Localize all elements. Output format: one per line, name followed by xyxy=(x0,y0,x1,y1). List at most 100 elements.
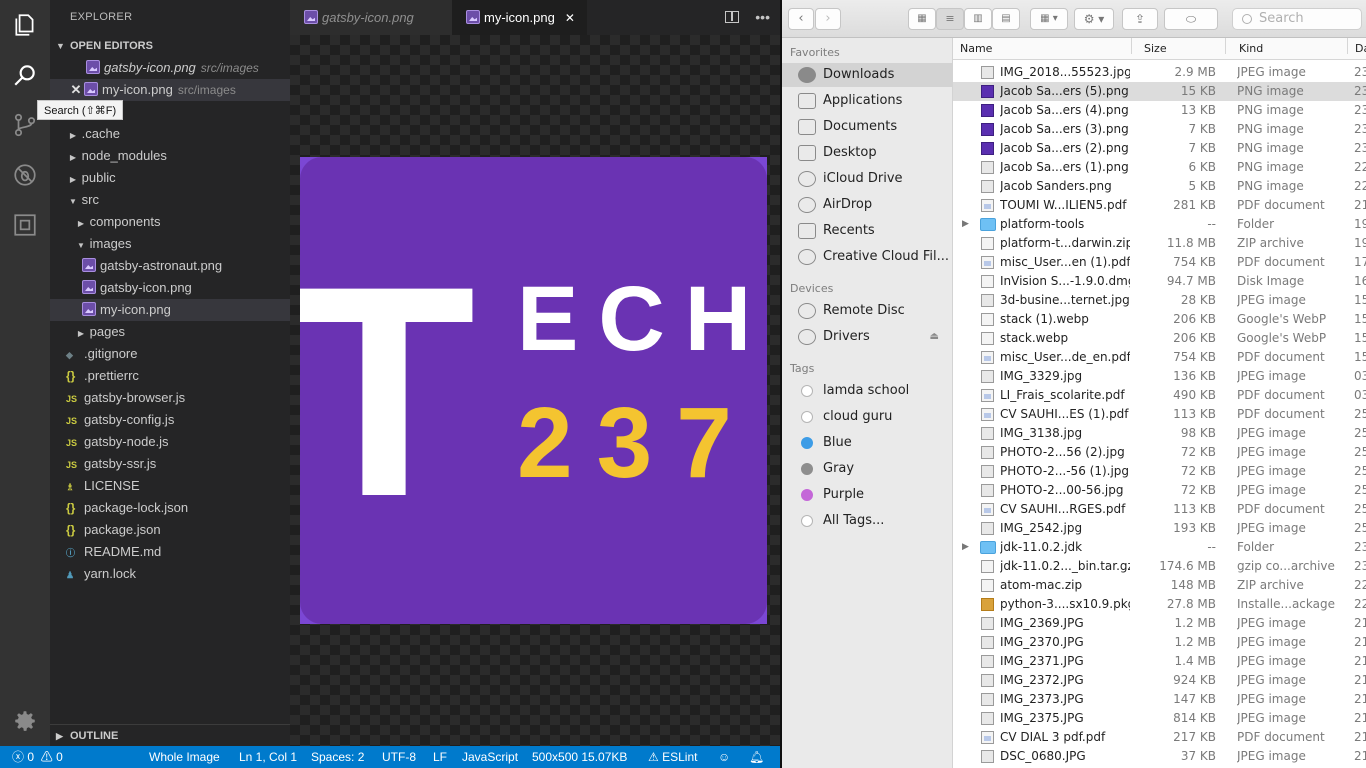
explorer-icon[interactable] xyxy=(0,0,50,50)
tree-file[interactable]: gatsby-astronaut.png xyxy=(50,255,290,277)
file-row[interactable]: CV DIAL 3 pdf.pdf 217 KB PDF document 21 xyxy=(953,728,1366,747)
close-tab-icon[interactable]: ✕ xyxy=(565,11,575,25)
file-row[interactable]: jdk-11.0.2..._bin.tar.gz 174.6 MB gzip co.… xyxy=(953,557,1366,576)
eject-icon[interactable]: ⏏ xyxy=(930,325,939,349)
search-icon[interactable] xyxy=(0,50,50,100)
tag-item[interactable]: All Tags... xyxy=(782,509,953,533)
debug-icon[interactable] xyxy=(0,150,50,200)
more-actions-icon[interactable]: ••• xyxy=(755,9,770,25)
file-row[interactable]: IMG_2371.JPG 1.4 MB JPEG image 21 xyxy=(953,652,1366,671)
status-spaces[interactable]: Spaces: 2 xyxy=(311,746,364,768)
tree-file[interactable]: {} .prettierrc xyxy=(50,365,290,387)
file-row[interactable]: IMG_3138.jpg 98 KB JPEG image 25 xyxy=(953,424,1366,443)
status-eol[interactable]: LF xyxy=(433,746,447,768)
open-editor-item[interactable]: gatsby-icon.png src/images xyxy=(50,57,290,79)
file-row[interactable]: Jacob Sa...ers (1).png 6 KB PNG image 22 xyxy=(953,158,1366,177)
tree-file[interactable]: JS gatsby-ssr.js xyxy=(50,453,290,475)
column-separator[interactable] xyxy=(1131,38,1132,54)
column-header-kind[interactable]: Kind xyxy=(1239,38,1263,60)
file-row[interactable]: CV SAUHI...ES (1).pdf 113 KB PDF document 2… xyxy=(953,405,1366,424)
file-row[interactable]: InVision S...-1.9.0.dmg 94.7 MB Disk Image… xyxy=(953,272,1366,291)
tag-item[interactable]: Gray xyxy=(782,457,953,481)
share-button[interactable]: ⇪ xyxy=(1122,8,1158,30)
file-row[interactable]: Jacob Sa...ers (4).png 13 KB PNG image 23 xyxy=(953,101,1366,120)
file-row[interactable]: python-3....sx10.9.pkg 27.8 MB Installe...… xyxy=(953,595,1366,614)
tab-gatsby-icon[interactable]: gatsby-icon.png xyxy=(290,0,452,35)
gallery-view-button[interactable]: ▤ xyxy=(992,8,1020,30)
status-scope[interactable]: Whole Image xyxy=(149,746,220,768)
tree-file[interactable]: {} package-lock.json xyxy=(50,497,290,519)
file-row[interactable]: DSC_0680.JPG 37 KB JPEG image 21 xyxy=(953,747,1366,766)
file-row[interactable]: IMG_2369.JPG 1.2 MB JPEG image 21 xyxy=(953,614,1366,633)
status-position[interactable]: Ln 1, Col 1 xyxy=(239,746,297,768)
problems-indicator[interactable]: ⓧ 0 ⚠ 0 xyxy=(12,746,63,768)
tree-file[interactable]: ♗ LICENSE xyxy=(50,475,290,497)
tag-item[interactable]: Blue xyxy=(782,431,953,455)
back-button[interactable]: ‹ xyxy=(788,8,814,30)
sidebar-item-downloads[interactable]: Downloads xyxy=(782,63,953,87)
file-row[interactable]: CV SAUHI...RGES.pdf 113 KB PDF document 25 xyxy=(953,500,1366,519)
extensions-icon[interactable] xyxy=(0,200,50,250)
outline-header[interactable]: ▶ OUTLINE xyxy=(50,724,290,746)
sidebar-item-documents[interactable]: Documents xyxy=(782,115,953,139)
tree-file[interactable]: JS gatsby-config.js xyxy=(50,409,290,431)
open-editor-item[interactable]: ✕ my-icon.png src/images xyxy=(50,79,290,101)
status-language[interactable]: JavaScript xyxy=(462,746,518,768)
tag-item[interactable]: Purple xyxy=(782,483,953,507)
tree-folder[interactable]: ▶ components xyxy=(50,211,290,233)
file-row[interactable]: Jacob Sa...ers (2).png 7 KB PNG image 23 xyxy=(953,139,1366,158)
file-row[interactable]: stack (1).webp 206 KB Google's WebP 15 xyxy=(953,310,1366,329)
file-row[interactable]: IMG_2370.JPG 1.2 MB JPEG image 21 xyxy=(953,633,1366,652)
file-row[interactable]: PHOTO-2...-56 (1).jpg 72 KB JPEG image 25 xyxy=(953,462,1366,481)
column-separator[interactable] xyxy=(1225,38,1226,54)
search-field[interactable]: Search xyxy=(1232,8,1362,30)
tree-folder[interactable]: ▶ pages xyxy=(50,321,290,343)
tree-folder[interactable]: ▶ .cache xyxy=(50,123,290,145)
tree-file[interactable]: ♟ yarn.lock xyxy=(50,563,290,585)
tree-file[interactable]: {} package.json xyxy=(50,519,290,541)
file-row[interactable]: IMG_2373.JPG 147 KB JPEG image 21 xyxy=(953,690,1366,709)
sidebar-item-recents[interactable]: Recents xyxy=(782,219,953,243)
forward-button[interactable]: › xyxy=(815,8,841,30)
file-row[interactable]: ▶ jdk-11.0.2.jdk -- Folder 23 xyxy=(953,538,1366,557)
tree-file[interactable]: JS gatsby-node.js xyxy=(50,431,290,453)
sidebar-item-remote-disc[interactable]: Remote Disc xyxy=(782,299,953,323)
tree-folder[interactable]: ▶ public xyxy=(50,167,290,189)
tags-button[interactable]: ⬭ xyxy=(1164,8,1218,30)
disclosure-triangle-icon[interactable]: ▶ xyxy=(962,215,969,234)
tab-my-icon[interactable]: my-icon.png ✕ xyxy=(452,0,587,35)
split-editor-icon[interactable] xyxy=(725,11,740,23)
group-button[interactable]: ▦ ▾ xyxy=(1030,8,1068,30)
sidebar-item-airdrop[interactable]: AirDrop xyxy=(782,193,953,217)
file-row[interactable]: TOUMI W...ILIEN5.pdf 281 KB PDF document 21 xyxy=(953,196,1366,215)
file-row[interactable]: Jacob Sanders.png 5 KB PNG image 22 xyxy=(953,177,1366,196)
open-editors-header[interactable]: ▼ OPEN EDITORS xyxy=(50,35,290,57)
file-row[interactable]: stack.webp 206 KB Google's WebP 15 xyxy=(953,329,1366,348)
action-gear-button[interactable]: ⚙ ▾ xyxy=(1074,8,1114,30)
tree-file[interactable]: ⓘ README.md xyxy=(50,541,290,563)
file-row[interactable]: PHOTO-2...56 (2).jpg 72 KB JPEG image 25 xyxy=(953,443,1366,462)
sidebar-item-applications[interactable]: Applications xyxy=(782,89,953,113)
tree-file[interactable]: gatsby-icon.png xyxy=(50,277,290,299)
notifications-bell-icon[interactable]: 🔔︎ xyxy=(749,746,764,768)
column-separator[interactable] xyxy=(1347,38,1348,54)
tree-file[interactable]: JS gatsby-browser.js xyxy=(50,387,290,409)
tree-folder[interactable]: ▼ images xyxy=(50,233,290,255)
column-header-name[interactable]: Name xyxy=(960,38,992,60)
column-header-date[interactable]: Da xyxy=(1355,38,1366,60)
file-row[interactable]: Jacob Sa...ers (3).png 7 KB PNG image 23 xyxy=(953,120,1366,139)
status-eslint[interactable]: ⚠ ESLint xyxy=(648,746,697,768)
column-header-size[interactable]: Size xyxy=(1144,38,1167,60)
icon-view-button[interactable]: ▦ xyxy=(908,8,936,30)
settings-gear-icon[interactable] xyxy=(0,696,50,746)
file-row[interactable]: atom-mac.zip 148 MB ZIP archive 22 xyxy=(953,576,1366,595)
file-row[interactable]: ▶ platform-tools -- Folder 19 xyxy=(953,215,1366,234)
file-row[interactable]: LI_Frais_scolarite.pdf 490 KB PDF document… xyxy=(953,386,1366,405)
tree-file-selected[interactable]: my-icon.png xyxy=(50,299,290,321)
tree-folder[interactable]: ▼ src xyxy=(50,189,290,211)
file-row[interactable]: IMG_2375.JPG 814 KB JPEG image 21 xyxy=(953,709,1366,728)
disclosure-triangle-icon[interactable]: ▶ xyxy=(962,538,969,557)
file-row[interactable]: IMG_3329.jpg 136 KB JPEG image 03 xyxy=(953,367,1366,386)
status-encoding[interactable]: UTF-8 xyxy=(382,746,416,768)
tree-folder[interactable]: ▶ node_modules xyxy=(50,145,290,167)
